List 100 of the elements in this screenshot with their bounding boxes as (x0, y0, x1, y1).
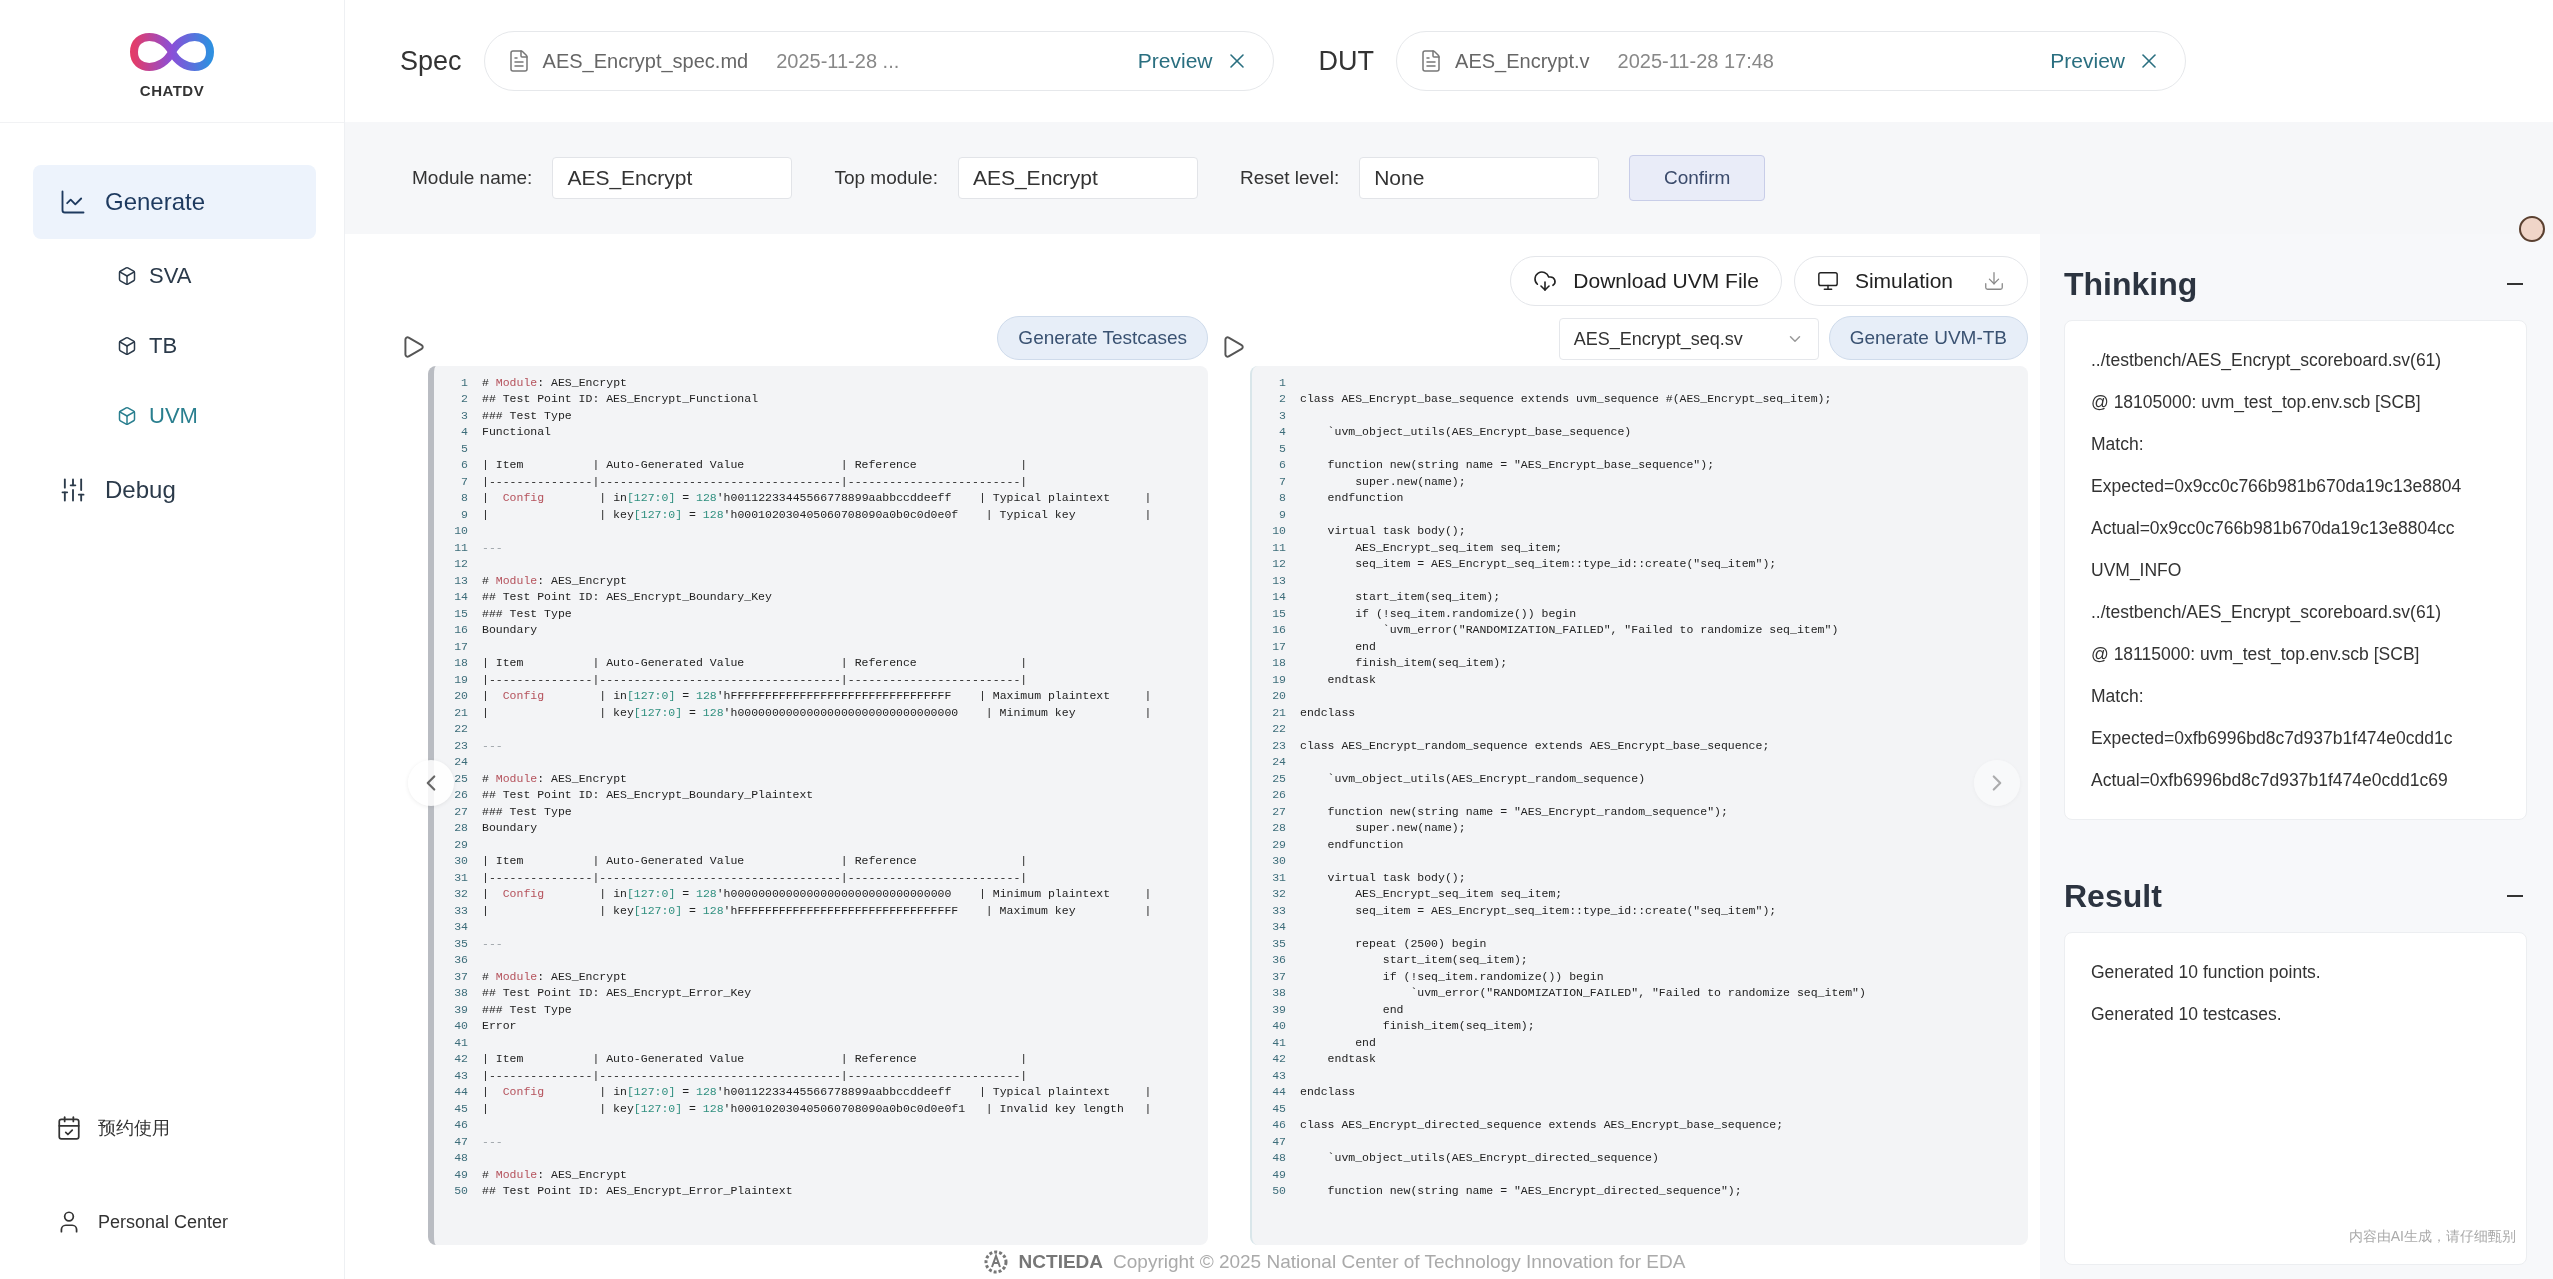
code-line: # Module: AES_Encrypt (482, 375, 627, 389)
logo-text: CHATDV (139, 81, 205, 99)
confirm-button[interactable]: Confirm (1629, 155, 1766, 201)
line-number: 49 (1271, 1167, 1287, 1181)
line-number: 27 (1271, 804, 1287, 818)
code-line: AES_Encrypt_seq_item seq_item; (1354, 887, 1563, 901)
file-name: AES_Encrypt.v (1455, 49, 1590, 73)
nav-label: Generate (105, 188, 206, 216)
code-line: ## Test Point ID: AES_Encrypt_Functional (482, 392, 759, 406)
code-line: AES_Encrypt_seq_item seq_item; (1354, 540, 1563, 554)
file-date: 2025-11-28 17:48 (1617, 49, 1774, 73)
line-number: 11 (1271, 540, 1287, 554)
line-number: 50 (1271, 1184, 1287, 1198)
code-line: |---------------|-----------------------------------|-------------------------| (482, 870, 1028, 884)
code-line: start_item(seq_item); (1354, 590, 1501, 604)
avatar-icon[interactable] (2519, 216, 2545, 242)
section-title: Thinking (2064, 265, 2198, 303)
line-number: 31 (1271, 870, 1287, 884)
code-line: `uvm_object_utils(AES_Encrypt_random_sequence) (1326, 771, 1646, 785)
nav-item[interactable]: Debug (33, 453, 316, 527)
line-number: 46 (1271, 1118, 1287, 1132)
input-field[interactable]: AES_Encrypt (957, 157, 1198, 199)
sidebar-link[interactable]: 预约使用 (0, 1081, 344, 1175)
line-number: 50 (453, 1184, 469, 1198)
code-line: ### Test Type (482, 606, 572, 620)
log-line: Actual=0xfb6996bd8c7d937b1f474e0cdd1c69 (2091, 769, 2449, 792)
line-number: 14 (1271, 590, 1287, 604)
code-line: # Module: AES_Encrypt (482, 1167, 627, 1181)
generate-button[interactable]: Generate Testcases (997, 316, 1208, 360)
field-label: Top module: (834, 167, 938, 189)
line-number: 34 (1271, 920, 1287, 934)
code-line: start_item(seq_item); (1381, 953, 1528, 967)
line-number: 42 (453, 1052, 469, 1066)
monitor-icon (1816, 270, 1839, 292)
preview-link[interactable]: Preview (2050, 49, 2126, 73)
line-number: 41 (453, 1035, 469, 1049)
nav-subitem[interactable]: SVA (33, 243, 316, 309)
code-line: |---------------|-----------------------------------|-------------------------| (482, 672, 1028, 686)
line-number: 39 (1271, 1002, 1287, 1016)
file-label: DUT (1318, 45, 1375, 77)
code-line: endtask (1326, 672, 1376, 686)
line-number: 45 (1271, 1101, 1287, 1115)
line-number: 1 (460, 375, 469, 389)
line-number: 7 (1278, 474, 1287, 488)
code-line: ### Test Type (482, 408, 572, 422)
line-number: 43 (1271, 1068, 1287, 1082)
code-line: function new(string name = "AES_Encrypt_base_sequence"); (1326, 458, 1715, 472)
code-line: virtual task body(); (1326, 524, 1466, 538)
sidebar-link-label: 预约使用 (98, 1117, 170, 1140)
download-button[interactable]: Download UVM File (1510, 256, 1782, 306)
line-number: 40 (1271, 1019, 1287, 1033)
line-number: 25 (453, 771, 469, 785)
field-label: Reset level: (1239, 167, 1340, 189)
line-number: 18 (453, 656, 469, 670)
sidebar-link[interactable]: Personal Center (0, 1175, 344, 1269)
code-line: repeat (2500) begin (1354, 936, 1487, 950)
preview-link[interactable]: Preview (1137, 49, 1213, 73)
line-number: 4 (460, 425, 469, 439)
line-number: 37 (453, 969, 469, 983)
line-number: 47 (453, 1134, 469, 1148)
nav-subitem[interactable]: TB (33, 313, 316, 379)
line-number: 32 (453, 887, 469, 901)
minus-icon (2507, 895, 2523, 897)
log-line: Match: (2091, 685, 2145, 708)
code-line: --- (482, 1134, 503, 1148)
line-number: 18 (1271, 656, 1287, 670)
line-number: 11 (453, 540, 469, 554)
code-line: ## Test Point ID: AES_Encrypt_Error_Key (482, 986, 752, 1000)
field-label: Module name: (412, 167, 533, 189)
line-number: 27 (453, 804, 469, 818)
code-line: | | key[127:0] = 128'hFFFFFFFFFFFFFFFFFFFFFFFFFFFFFFFF | Maximum key | (482, 903, 1152, 917)
code-line: Error (482, 1019, 517, 1033)
line-number: 43 (453, 1068, 469, 1082)
code-line: finish_item(seq_item); (1381, 1019, 1535, 1033)
code-line: class AES_Encrypt_base_sequence extends uvm_sequence #(AES_Encrypt_seq_item); (1300, 392, 1832, 406)
file-select[interactable]: AES_Encrypt_seq.sv (1558, 318, 1819, 360)
input-field[interactable]: AES_Encrypt (552, 157, 793, 199)
code-line: | Config | in[127:0] = 128'h00000000000000000000000000000000 | Minimum plaintext | (482, 887, 1152, 901)
input-field[interactable]: None (1359, 157, 1600, 199)
code-line: # Module: AES_Encrypt (482, 969, 627, 983)
generate-button[interactable]: Generate UVM-TB (1828, 316, 2028, 360)
cube-icon (117, 336, 137, 356)
code-line: Boundary (482, 623, 538, 637)
code-line: function new(string name = "AES_Encrypt_directed_sequence"); (1326, 1184, 1742, 1198)
line-number: 22 (453, 722, 469, 736)
simulation-button[interactable]: Simulation (1793, 256, 2028, 306)
file-date: 2025-11-28 ... (776, 49, 900, 73)
nav-subitem[interactable]: UVM (33, 383, 316, 449)
line-number: 10 (453, 524, 469, 538)
log-line: @ 18115000: uvm_test_top.env.scb [SCB] (2091, 643, 2421, 667)
nav-item[interactable]: Generate (33, 165, 316, 239)
code-line: class AES_Encrypt_directed_sequence extends AES_Encrypt_base_sequence; (1300, 1118, 1784, 1132)
code-line: ### Test Type (482, 1002, 572, 1016)
line-number: 13 (453, 573, 469, 587)
line-number: 13 (1271, 573, 1287, 587)
line-number: 48 (1271, 1151, 1287, 1165)
line-number: 9 (460, 507, 469, 521)
line-number: 44 (453, 1085, 469, 1099)
gear-icon (982, 1249, 1009, 1275)
line-number: 4 (1278, 425, 1287, 439)
